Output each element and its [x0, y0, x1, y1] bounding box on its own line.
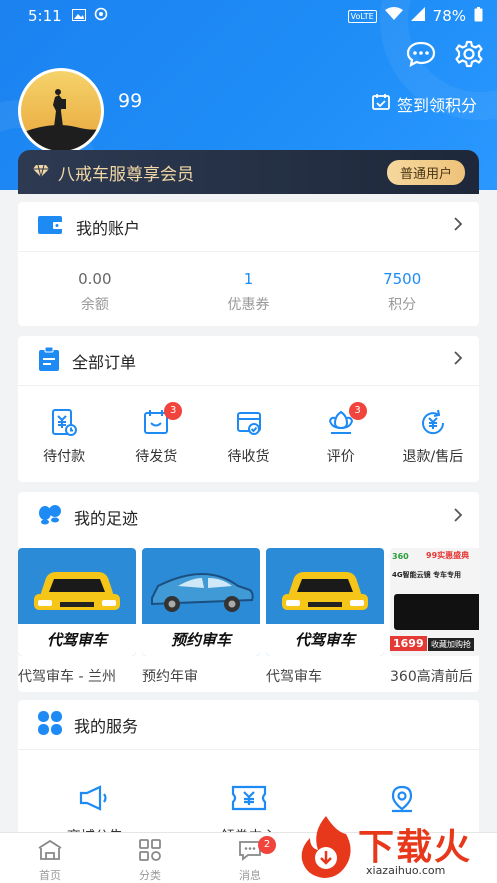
chevron-right-icon	[453, 216, 463, 237]
member-banner[interactable]: 八戒车服尊享会员 普通用户	[18, 150, 479, 194]
footprints-title: 我的足迹	[74, 509, 139, 528]
order-pending-payment[interactable]: 待付款	[18, 408, 110, 466]
order-label: 评价	[326, 449, 355, 465]
status-bar: 5:11 VoLTE 78%	[0, 0, 497, 32]
yellow-car-image: 代驾审车	[266, 548, 384, 656]
notification-badge: 2	[258, 836, 276, 854]
settings-gear-icon[interactable]	[453, 38, 485, 70]
tab-label: 首页	[39, 869, 61, 882]
coupon-icon	[231, 785, 267, 816]
order-pending-receipt[interactable]: 待收货	[202, 408, 294, 466]
footprint-caption: 代驾审车 - 兰州	[18, 669, 116, 685]
blue-car-image: 预约审车	[142, 548, 260, 656]
balance-value: 0.00	[78, 270, 112, 288]
footprint-item[interactable]: 预约审车 预约年审	[142, 548, 260, 686]
footprints-icon	[38, 505, 62, 529]
order-review[interactable]: 评价 3	[295, 402, 387, 466]
order-label: 待收货	[227, 449, 270, 465]
product-headline: 4G智能云镜 专车专用	[392, 571, 462, 579]
footprints-card: 我的足迹 代驾审车 代驾审车 - 兰州 预约审车 预约年审 代驾审车 代驾审车 …	[18, 492, 479, 692]
orders-card: 全部订单 待付款 待发货 3 待收货 评价 3 退款/售后	[18, 336, 479, 482]
chat-icon[interactable]	[405, 38, 437, 70]
signin-label: 签到领积分	[396, 96, 477, 115]
battery-icon	[474, 6, 483, 26]
chevron-right-icon	[453, 507, 463, 528]
footprints-header[interactable]: 我的足迹	[18, 492, 479, 542]
points-label: 积分	[388, 297, 417, 313]
footprint-item[interactable]: 360 99实惠盛典 4G智能云镜 专车专用 1699 收藏加购抢 360高清前…	[390, 548, 479, 686]
four-petal-icon	[38, 710, 62, 739]
watermark-url: xiazaihuo.com	[366, 864, 446, 877]
order-label: 待付款	[43, 449, 86, 465]
yellow-car-image: 代驾审车	[18, 548, 136, 656]
signin-button[interactable]: 签到领积分	[371, 92, 477, 116]
chevron-right-icon	[453, 350, 463, 371]
footprint-caption: 360高清前后	[390, 669, 473, 685]
tab-home[interactable]: 首页	[0, 833, 100, 883]
tab-messages[interactable]: 消息 2	[200, 833, 300, 883]
member-level-badge[interactable]: 普通用户	[386, 159, 465, 185]
footprint-caption: 代驾审车	[266, 669, 322, 685]
footprint-item[interactable]: 代驾审车 代驾审车 - 兰州	[18, 548, 136, 686]
services-header: 我的服务	[18, 700, 479, 750]
wifi-icon	[384, 7, 403, 25]
tab-label: 分类	[139, 869, 161, 882]
product-price: 1699	[390, 636, 427, 651]
status-time: 5:11	[28, 7, 62, 25]
sync-notification-icon	[94, 7, 108, 25]
banner-text: 代驾审车	[266, 624, 384, 656]
category-icon	[139, 839, 161, 865]
orders-header[interactable]: 全部订单	[18, 336, 479, 386]
pending-receipt-icon	[202, 408, 294, 440]
footprint-caption: 预约年审	[142, 669, 198, 685]
calendar-check-icon	[371, 92, 391, 116]
volte-badge: VoLTE	[347, 9, 377, 23]
points-value: 7500	[383, 270, 422, 288]
orders-title: 全部订单	[72, 352, 137, 372]
watermark: 下载火 xiazaihuo.com	[296, 812, 496, 883]
balance-stat[interactable]: 0.00 余额	[18, 270, 172, 314]
pending-shipment-icon	[110, 408, 202, 440]
wallet-icon	[38, 214, 64, 240]
coupon-stat[interactable]: 1 优惠券	[172, 270, 326, 314]
services-title: 我的服务	[74, 716, 139, 736]
signal-icon	[410, 7, 425, 25]
diamond-icon	[32, 163, 50, 182]
order-label: 待发货	[135, 449, 178, 465]
banner-text: 代驾审车	[18, 624, 136, 656]
account-card: 我的账户 0.00 余额 1 优惠券 7500 积分	[18, 202, 479, 326]
account-header[interactable]: 我的账户	[18, 202, 479, 252]
notification-badge: 3	[348, 402, 367, 420]
order-label: 退款/售后	[402, 449, 464, 465]
clipboard-icon	[38, 346, 60, 375]
member-title: 八戒车服尊享会员	[58, 164, 194, 185]
order-refund[interactable]: 退款/售后	[387, 408, 479, 466]
watermark-text: 下载火	[358, 827, 473, 868]
avatar[interactable]	[18, 68, 104, 154]
username[interactable]: 99	[118, 90, 142, 112]
points-stat[interactable]: 7500 积分	[325, 270, 479, 314]
review-icon	[295, 408, 387, 440]
banner-text: 预约审车	[142, 624, 260, 656]
tab-label: 消息	[239, 869, 261, 882]
coupon-label: 优惠券	[227, 297, 270, 313]
balance-label: 余额	[80, 297, 109, 313]
footprint-item[interactable]: 代驾审车 代驾审车	[266, 548, 384, 686]
brand-logo-text: 360	[392, 552, 409, 561]
promo-tag: 99实惠盛典	[426, 551, 470, 560]
pending-payment-icon	[18, 408, 110, 440]
coupon-value: 1	[243, 270, 254, 288]
tab-category[interactable]: 分类	[100, 833, 200, 883]
battery-text: 78%	[432, 7, 466, 25]
megaphone-icon	[78, 785, 112, 816]
home-icon	[37, 839, 63, 865]
account-title: 我的账户	[76, 218, 141, 238]
product-cta: 收藏加购抢	[428, 638, 474, 651]
order-pending-shipment[interactable]: 待发货 3	[110, 402, 202, 466]
dashcam-product-image: 360 99实惠盛典 4G智能云镜 专车专用 1699 收藏加购抢	[390, 548, 479, 656]
refund-icon	[387, 408, 479, 440]
image-notification-icon	[71, 7, 86, 25]
